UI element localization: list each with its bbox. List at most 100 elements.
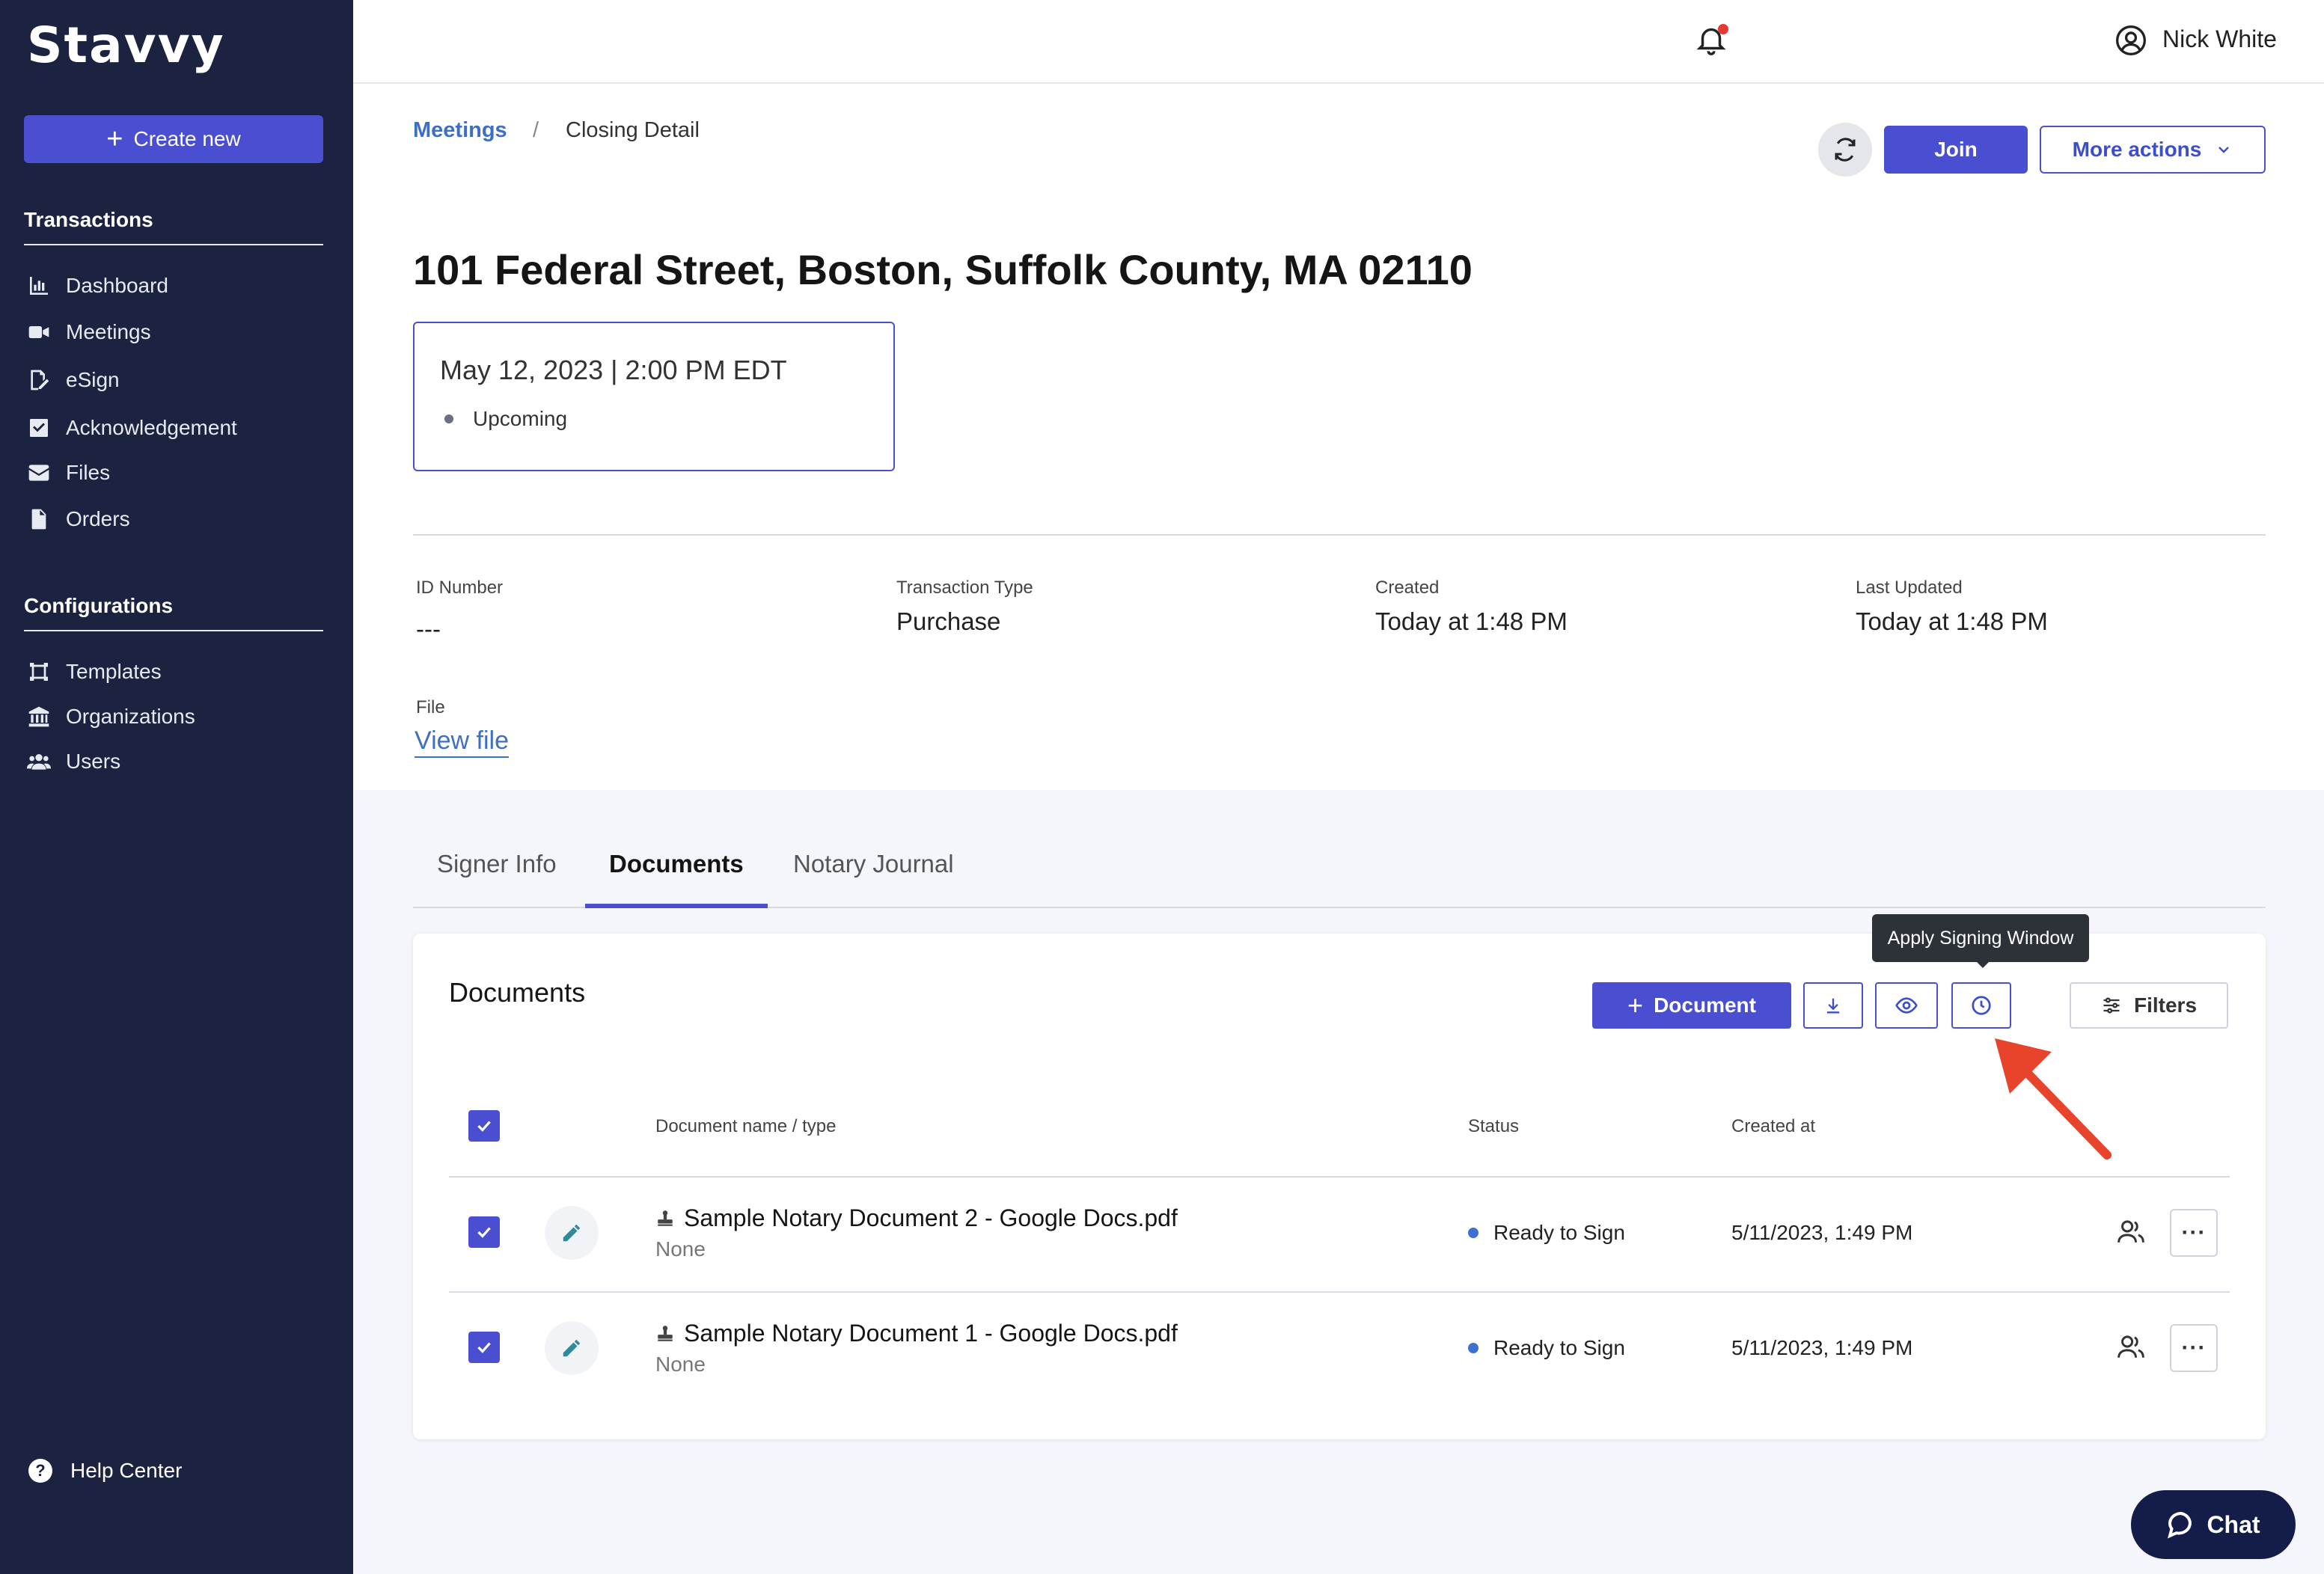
created-value: Today at 1:48 PM — [1375, 607, 1568, 635]
clock-icon — [1972, 996, 1991, 1015]
create-new-label: Create new — [133, 127, 241, 150]
create-new-button[interactable]: + Create new — [24, 115, 323, 163]
document-type: None — [655, 1237, 706, 1261]
status-badge: Ready to Sign — [1468, 1336, 1625, 1360]
column-header-status[interactable]: Status — [1468, 1116, 1519, 1137]
active-tab-indicator — [585, 904, 768, 908]
help-center-label: Help Center — [70, 1459, 183, 1482]
status-badge: Ready to Sign — [1468, 1221, 1625, 1245]
sidebar-item-label: Orders — [66, 507, 130, 530]
sidebar-item-label: Files — [66, 461, 111, 484]
document-name-text: Sample Notary Document 1 - Google Docs.p… — [684, 1320, 1178, 1347]
breadcrumb-current: Closing Detail — [566, 118, 700, 142]
refresh-icon — [1835, 138, 1856, 162]
sidebar-item-label: Templates — [66, 660, 162, 683]
sidebar: Stavvy + Create new Transactions Dashboa… — [0, 0, 353, 1574]
plus-icon: + — [1627, 990, 1644, 1020]
id-number-value: --- — [416, 615, 441, 643]
sidebar-item-meetings[interactable]: Meetings — [27, 320, 151, 344]
edit-button[interactable] — [545, 1206, 599, 1260]
notification-dot — [1718, 24, 1728, 34]
sidebar-item-templates[interactable]: Templates — [27, 660, 162, 684]
check-icon — [477, 1342, 491, 1353]
file-label: File — [416, 697, 445, 717]
chat-button[interactable]: Chat — [2131, 1490, 2296, 1559]
sidebar-item-dashboard[interactable]: Dashboard — [27, 274, 168, 298]
add-document-button[interactable]: + Document — [1592, 982, 1791, 1029]
row-divider — [449, 1291, 2230, 1293]
row-more-button[interactable]: ··· — [2170, 1209, 2218, 1257]
page-title: 101 Federal Street, Boston, Suffolk Coun… — [413, 246, 1473, 293]
preview-button[interactable] — [1875, 982, 1938, 1029]
apply-signing-window-button[interactable] — [1951, 982, 2011, 1029]
bar-chart-icon — [30, 277, 48, 295]
ellipsis-icon: ··· — [2181, 1335, 2207, 1360]
join-button[interactable]: Join — [1884, 126, 2028, 174]
check-icon — [477, 1121, 491, 1132]
document-name-text: Sample Notary Document 2 - Google Docs.p… — [684, 1204, 1178, 1231]
breadcrumb-separator: / — [533, 118, 539, 142]
check-icon — [477, 1227, 491, 1238]
last-updated-label: Last Updated — [1856, 578, 1963, 598]
more-actions-button[interactable]: More actions — [2040, 126, 2266, 174]
chat-bubble-icon — [2168, 1511, 2192, 1539]
created-at: 5/11/2023, 1:49 PM — [1731, 1336, 1913, 1359]
row-more-button[interactable]: ··· — [2170, 1324, 2218, 1372]
sidebar-item-label: Users — [66, 750, 121, 773]
users-icon — [27, 754, 51, 770]
edit-button[interactable] — [545, 1321, 599, 1375]
stamp-icon — [658, 1325, 673, 1341]
filters-label: Filters — [2133, 993, 2198, 1017]
sidebar-item-files[interactable]: Files — [27, 461, 110, 485]
logo: Stavvy — [27, 16, 225, 74]
user-circle-icon[interactable] — [2114, 24, 2147, 57]
tab-signer-info[interactable]: Signer Info — [437, 850, 557, 878]
tab-notary-journal[interactable]: Notary Journal — [793, 850, 954, 878]
breadcrumb-meetings-link[interactable]: Meetings — [413, 118, 507, 143]
sidebar-item-label: Meetings — [66, 320, 151, 343]
signers-icon[interactable] — [2116, 1218, 2146, 1245]
file-icon — [31, 509, 46, 530]
ellipsis-icon: ··· — [2181, 1220, 2207, 1245]
row-divider — [449, 1176, 2230, 1178]
column-header-name[interactable]: Document name / type — [655, 1116, 836, 1137]
sliders-icon — [2103, 997, 2120, 1014]
status-text: Ready to Sign — [1493, 1336, 1625, 1359]
more-actions-label: More actions — [2072, 138, 2202, 161]
sidebar-item-users[interactable]: Users — [27, 750, 120, 774]
document-name[interactable]: Sample Notary Document 1 - Google Docs.p… — [655, 1320, 1178, 1347]
download-button[interactable] — [1803, 982, 1863, 1029]
meeting-datetime: May 12, 2023 | 2:00 PM EDT — [440, 355, 787, 385]
sidebar-item-organizations[interactable]: Organizations — [27, 705, 195, 729]
pencil-icon — [563, 1339, 581, 1357]
view-file-link[interactable]: View file — [415, 726, 509, 758]
column-header-created[interactable]: Created at — [1731, 1116, 1815, 1137]
status-dot — [1468, 1228, 1479, 1238]
user-name[interactable]: Nick White — [2162, 25, 2277, 53]
section-title-transactions: Transactions — [24, 208, 323, 245]
meeting-date-card: May 12, 2023 | 2:00 PM EDT Upcoming — [413, 322, 895, 471]
question-icon: ? — [28, 1459, 52, 1483]
tab-documents[interactable]: Documents — [609, 850, 744, 878]
add-document-label: Document — [1654, 993, 1756, 1017]
check-square-icon — [30, 419, 48, 437]
refresh-button[interactable] — [1818, 123, 1872, 177]
sidebar-item-orders[interactable]: Orders — [27, 507, 130, 531]
document-name[interactable]: Sample Notary Document 2 - Google Docs.p… — [655, 1204, 1178, 1232]
sidebar-item-label: Organizations — [66, 705, 195, 728]
section-title-configurations: Configurations — [24, 594, 323, 631]
row-checkbox[interactable] — [468, 1332, 500, 1363]
pencil-icon — [563, 1224, 581, 1242]
video-icon — [28, 326, 49, 338]
sidebar-item-acknowledgement[interactable]: Acknowledgement — [27, 416, 237, 440]
select-all-checkbox[interactable] — [468, 1110, 500, 1142]
signers-icon[interactable] — [2116, 1333, 2146, 1360]
status-dot — [444, 414, 453, 423]
transaction-type-value: Purchase — [896, 607, 1001, 635]
sidebar-item-esign[interactable]: eSign — [27, 368, 120, 392]
chevron-down-icon — [2218, 147, 2230, 153]
help-center-link[interactable]: ? Help Center — [28, 1459, 182, 1483]
filters-button[interactable]: Filters — [2070, 982, 2228, 1029]
row-checkbox[interactable] — [468, 1216, 500, 1248]
last-updated-value: Today at 1:48 PM — [1856, 607, 2048, 635]
